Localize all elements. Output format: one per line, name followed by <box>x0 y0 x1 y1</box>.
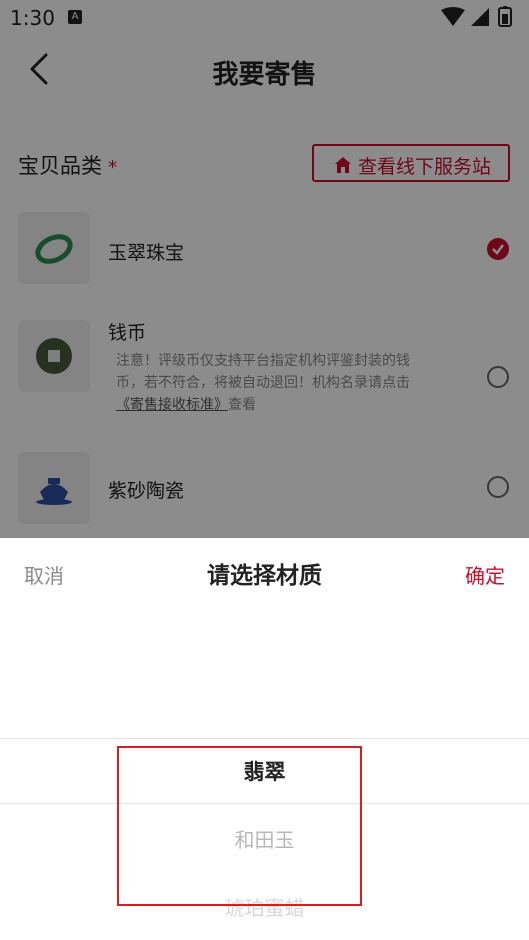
selection-highlight-box <box>117 746 362 906</box>
confirm-button[interactable]: 确定 <box>465 560 505 589</box>
bottom-area <box>0 928 529 940</box>
picker-title: 请选择材质 <box>207 563 322 589</box>
picker-top-divider <box>0 738 529 739</box>
modal-overlay[interactable] <box>0 0 529 538</box>
